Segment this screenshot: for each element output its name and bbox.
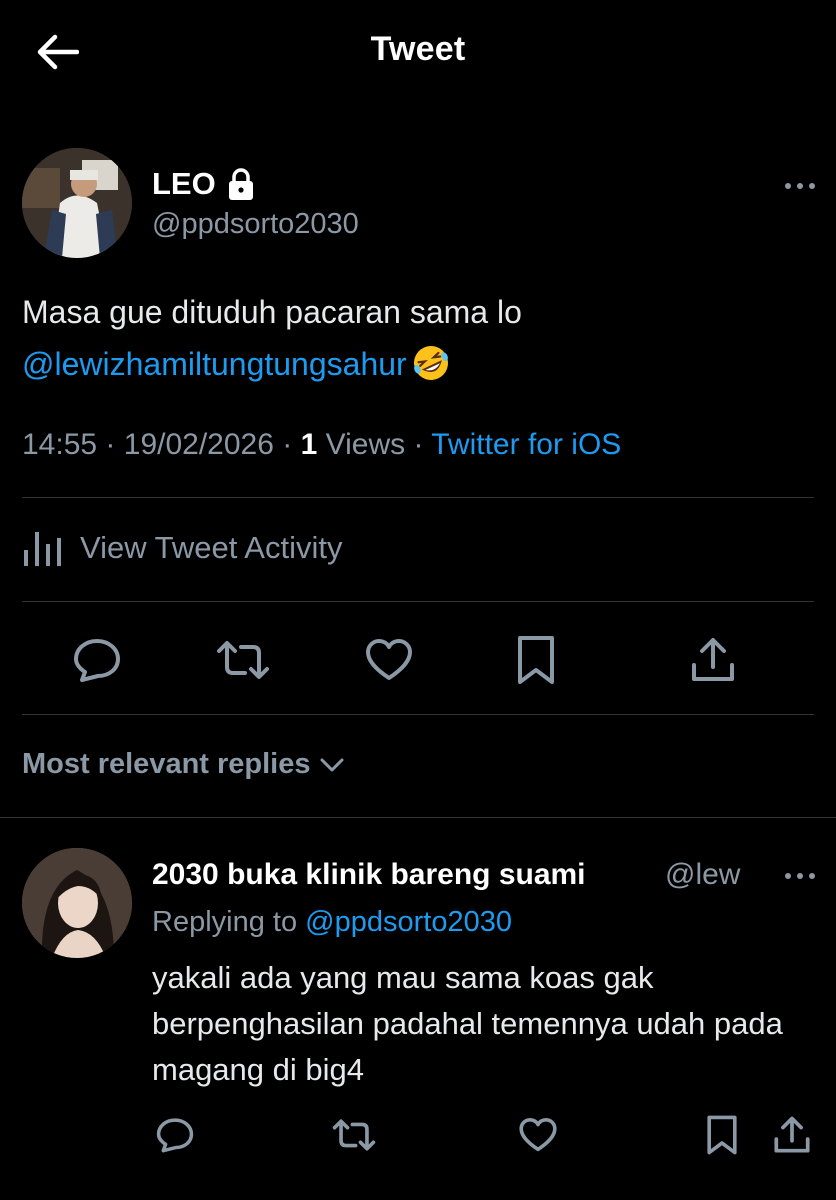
divider [0, 817, 836, 818]
divider [22, 601, 814, 602]
tweet-time[interactable]: 14:55 [22, 428, 97, 461]
bookmark-button[interactable] [512, 633, 560, 687]
tweet-date[interactable]: 19/02/2026 [124, 428, 274, 461]
tweet-action-bar [0, 625, 836, 695]
reply-button[interactable] [70, 635, 124, 685]
reply-retweet-button[interactable] [330, 1114, 378, 1156]
bookmark-icon [707, 1115, 737, 1155]
reply-icon [156, 1118, 194, 1153]
like-icon [366, 639, 412, 680]
mention-link[interactable]: @lewizhamiltungtungsahur [22, 346, 407, 382]
meta-separator: · [282, 428, 293, 461]
retweet-icon [332, 1119, 376, 1151]
tweet-meta: 14:55 · 19/02/2026 · 1 Views · Twitter f… [22, 428, 621, 462]
view-tweet-activity-button[interactable]: View Tweet Activity [22, 528, 342, 568]
replying-to-line: Replying to @ppdsorto2030 [152, 906, 512, 939]
tweet-text-line: Masa gue dituduh pacaran sama lo [22, 294, 522, 330]
author-name-row[interactable]: LEO [152, 166, 256, 202]
reply-like-button[interactable] [516, 1114, 560, 1156]
bookmark-icon [518, 636, 554, 684]
reply-more-options-button[interactable] [780, 866, 820, 886]
tweet-text: Masa gue dituduh pacaran sama lo @lewizh… [22, 286, 812, 390]
reply-icon [74, 639, 120, 682]
views-count[interactable]: 1 [301, 428, 318, 461]
chevron-down-icon [320, 758, 343, 771]
top-bar: Tweet [0, 0, 836, 104]
bar-chart-icon [24, 532, 61, 566]
divider [22, 714, 814, 715]
meta-separator: · [105, 428, 116, 461]
author-handle[interactable]: @ppdsorto2030 [152, 208, 359, 241]
reply-author-avatar[interactable] [22, 848, 132, 958]
retweet-icon [217, 641, 269, 679]
reply-bookmark-button[interactable] [702, 1112, 742, 1158]
replying-to-mention[interactable]: @ppdsorto2030 [305, 906, 512, 938]
like-icon [519, 1118, 557, 1152]
share-button[interactable] [686, 633, 740, 687]
reply-reply-button[interactable] [154, 1114, 196, 1156]
rolling-on-floor-laughing-emoji [413, 346, 448, 380]
meta-separator: · [413, 428, 424, 461]
author-name: LEO [152, 166, 216, 201]
replies-sort-dropdown[interactable]: Most relevant replies [22, 748, 345, 781]
replies-sort-label: Most relevant replies [22, 748, 311, 780]
lock-icon [228, 168, 253, 200]
reply-author-name[interactable]: 2030 buka klinik bareng suami [152, 858, 586, 892]
page-title: Tweet [370, 30, 466, 68]
view-tweet-activity-label: View Tweet Activity [80, 530, 343, 565]
reply-text: yakali ada yang mau sama koas gak berpen… [152, 960, 783, 1087]
replying-to-prefix: Replying to [152, 906, 298, 938]
author-avatar[interactable] [22, 148, 132, 258]
tweet-source[interactable]: Twitter for iOS [431, 428, 621, 461]
retweet-button[interactable] [214, 635, 272, 685]
tweet-text-line-2: @lewizhamiltungtungsahur [22, 338, 812, 390]
more-options-button[interactable] [780, 176, 820, 196]
divider [22, 497, 814, 498]
more-icon [785, 873, 815, 879]
tweet-detail-screen: Tweet LEO @ppdsorto2030 Masa gue dituduh… [0, 0, 836, 1200]
more-icon [785, 183, 815, 189]
share-icon [692, 638, 734, 681]
reply-share-button[interactable] [770, 1112, 814, 1158]
share-icon [774, 1116, 810, 1153]
like-button[interactable] [362, 635, 416, 685]
reply-author-handle[interactable]: @lew [665, 858, 740, 892]
views-label[interactable]: Views [326, 428, 405, 461]
